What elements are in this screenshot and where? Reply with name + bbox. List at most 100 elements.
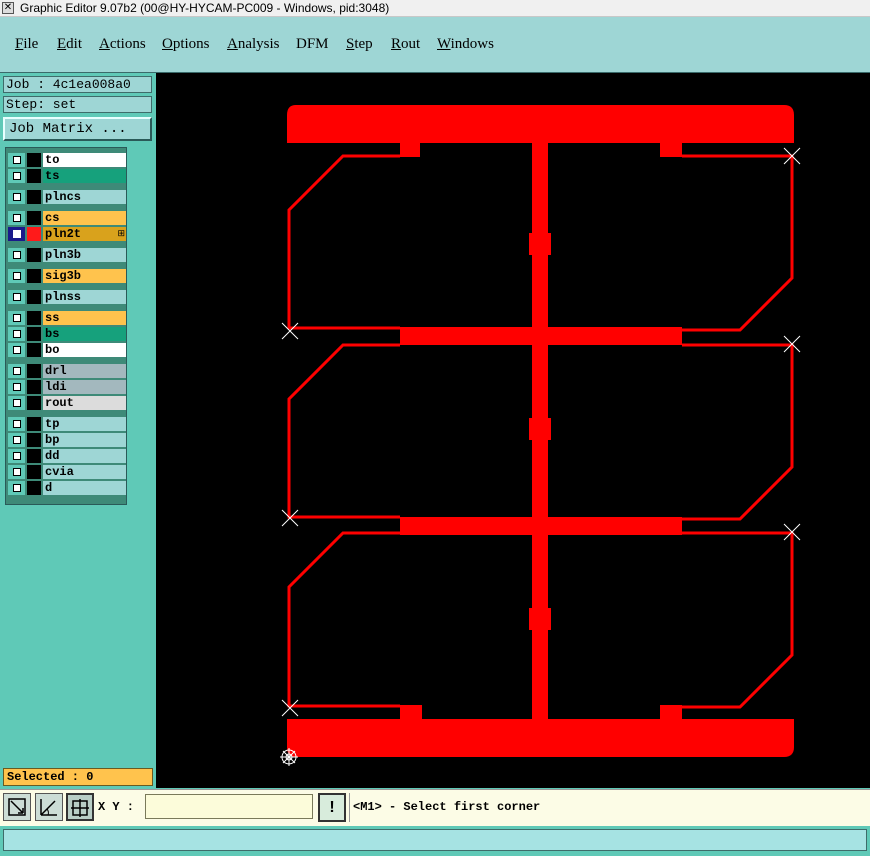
layer-row-plnss[interactable]: plnss: [8, 290, 126, 304]
layer-name: d: [43, 481, 126, 495]
measure-button[interactable]: [35, 793, 63, 821]
zoom-box-button[interactable]: [3, 793, 31, 821]
panel-outline: [287, 343, 400, 519]
layer-row-drl[interactable]: drl: [8, 364, 126, 378]
layer-row-pln2t[interactable]: pln2t ⊞: [8, 227, 126, 241]
menu-analysis-label: nalysis: [237, 36, 280, 52]
layer-checkbox[interactable]: [8, 190, 25, 204]
layer-color-swatch: [27, 433, 41, 447]
panel-outline: [287, 531, 400, 708]
menu-dfm[interactable]: DFM: [296, 36, 329, 53]
menu-edit[interactable]: Edit: [57, 36, 82, 53]
layer-checkbox[interactable]: [8, 481, 25, 495]
layer-color-swatch-active: [27, 227, 41, 241]
spine-pad: [529, 608, 551, 630]
layer-row-d[interactable]: d: [8, 481, 126, 495]
status-bar: [0, 826, 870, 856]
layer-checkbox[interactable]: [8, 290, 25, 304]
menu-analysis-mnemonic: A: [227, 36, 238, 52]
layer-color-swatch: [27, 364, 41, 378]
menu-options-mnemonic: O: [162, 36, 173, 52]
layer-name: plncs: [43, 190, 126, 204]
snap-grid-icon: [71, 799, 89, 817]
layer-checkbox[interactable]: [8, 269, 25, 283]
menu-file[interactable]: File: [15, 36, 38, 53]
menu-actions-mnemonic: A: [99, 36, 110, 52]
layer-checkbox[interactable]: [8, 465, 25, 479]
layer-row-sig3b[interactable]: sig3b: [8, 269, 126, 283]
menu-windows-mnemonic: W: [437, 36, 451, 52]
layer-checkbox[interactable]: [8, 433, 25, 447]
layer-row-cvia[interactable]: cvia: [8, 465, 126, 479]
menu-options[interactable]: Options: [162, 36, 210, 53]
layer-name: bo: [43, 343, 126, 357]
rail-tab: [400, 143, 420, 157]
layer-checkbox-active[interactable]: [8, 227, 25, 241]
menu-rout-label: out: [401, 36, 421, 52]
top-rail: [287, 105, 794, 143]
prompt-message: <M1> - Select first corner: [349, 793, 870, 822]
menu-dfm-label: DFM: [296, 36, 329, 52]
measure-icon: [40, 799, 57, 816]
layer-list-scrollbar[interactable]: [129, 147, 153, 505]
layer-name: rout: [43, 396, 126, 410]
panel-outline: [682, 154, 794, 332]
layer-row-ss[interactable]: ss: [8, 311, 126, 325]
warning-button[interactable]: !: [318, 793, 346, 822]
layer-name: cvia: [43, 465, 126, 479]
menu-actions-label: ctions: [109, 36, 146, 52]
job-matrix-button[interactable]: Job Matrix ...: [3, 117, 152, 141]
status-text: [3, 829, 867, 851]
menu-step-label: tep: [354, 36, 373, 52]
layer-row-bo[interactable]: bo: [8, 343, 126, 357]
layer-row-bp[interactable]: bp: [8, 433, 126, 447]
menu-windows-label: indows: [450, 36, 494, 52]
layer-name: dd: [43, 449, 126, 463]
rail-tab: [660, 705, 682, 719]
layer-name: bp: [43, 433, 126, 447]
panel-outline: [287, 154, 400, 330]
layer-row-plncs[interactable]: plncs: [8, 190, 126, 204]
layer-checkbox[interactable]: [8, 169, 25, 183]
layer-row-ldi[interactable]: ldi: [8, 380, 126, 394]
graphic-canvas[interactable]: [156, 73, 870, 788]
spine-pad: [529, 418, 551, 440]
menu-step[interactable]: Step: [346, 36, 373, 53]
layer-checkbox[interactable]: [8, 417, 25, 431]
layer-row-cs[interactable]: cs: [8, 211, 126, 225]
layer-checkbox[interactable]: [8, 343, 25, 357]
layer-color-swatch: [27, 211, 41, 225]
xy-input[interactable]: [145, 794, 313, 819]
command-bar: X Y : ! <M1> - Select first corner: [0, 789, 870, 826]
layer-row-tp[interactable]: tp: [8, 417, 126, 431]
close-x-icon: ✕: [2, 2, 14, 14]
layer-color-swatch: [27, 396, 41, 410]
layer-checkbox[interactable]: [8, 327, 25, 341]
layer-checkbox[interactable]: [8, 211, 25, 225]
layer-row-ts[interactable]: ts: [8, 169, 126, 183]
layer-row-dd[interactable]: dd: [8, 449, 126, 463]
rail-tab: [400, 705, 422, 719]
layer-row-to[interactable]: to: [8, 153, 126, 167]
layer-color-swatch: [27, 153, 41, 167]
layer-row-bs[interactable]: bs: [8, 327, 126, 341]
layer-checkbox[interactable]: [8, 380, 25, 394]
menu-analysis[interactable]: Analysis: [227, 36, 280, 53]
snap-grid-button[interactable]: [66, 793, 94, 821]
layer-checkbox[interactable]: [8, 396, 25, 410]
layer-checkbox[interactable]: [8, 153, 25, 167]
layer-name: pln2t ⊞: [43, 227, 126, 241]
menu-rout[interactable]: Rout: [391, 36, 420, 53]
layer-name: bs: [43, 327, 126, 341]
layer-name: ss: [43, 311, 126, 325]
layer-row-pln3b[interactable]: pln3b: [8, 248, 126, 262]
board-drawing: [280, 105, 801, 766]
menu-windows[interactable]: Windows: [437, 36, 494, 53]
layer-checkbox[interactable]: [8, 248, 25, 262]
cross-bar: [400, 327, 682, 345]
layer-checkbox[interactable]: [8, 311, 25, 325]
layer-checkbox[interactable]: [8, 449, 25, 463]
layer-row-rout[interactable]: rout: [8, 396, 126, 410]
layer-checkbox[interactable]: [8, 364, 25, 378]
menu-actions[interactable]: Actions: [99, 36, 146, 53]
